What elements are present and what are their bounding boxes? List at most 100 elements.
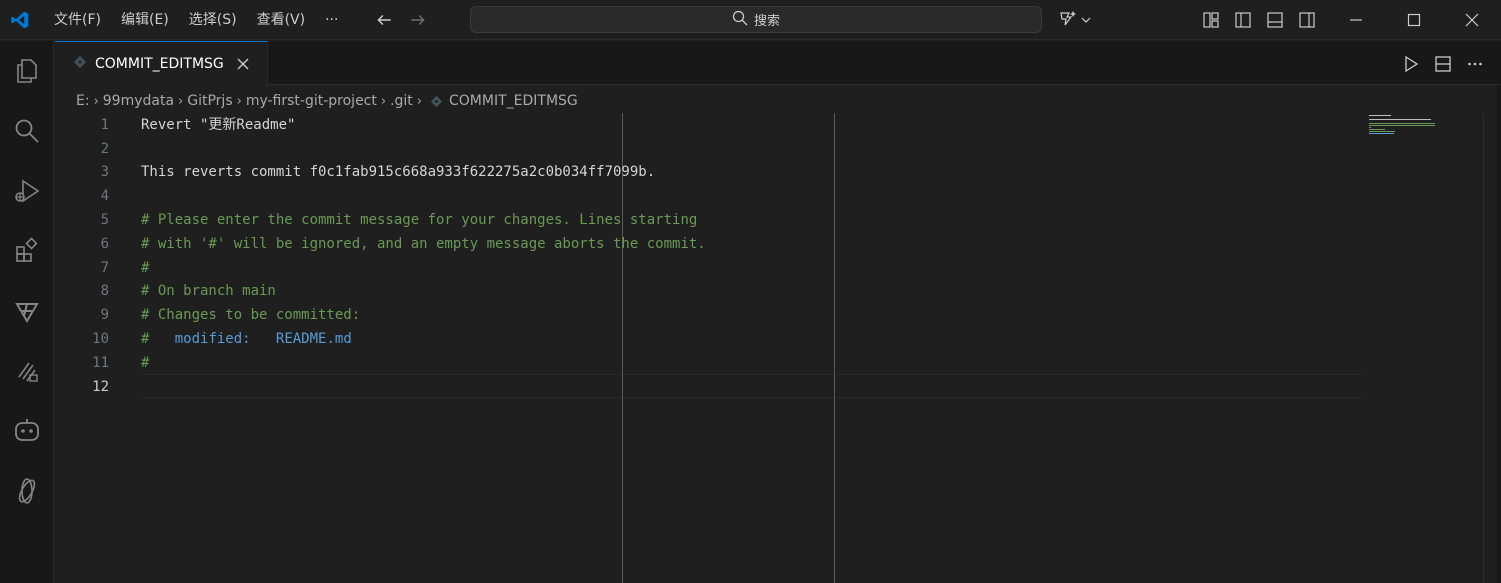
editor-line: 3 This reverts commit f0c1fab915c668a933… bbox=[55, 160, 1415, 184]
comment-hash: # bbox=[141, 331, 150, 347]
line-text: # On branch main bbox=[141, 283, 276, 299]
git-file-icon bbox=[430, 95, 443, 108]
split-editor-icon[interactable] bbox=[1429, 50, 1457, 78]
editor-line: 8 # On branch main bbox=[55, 279, 1415, 303]
copilot-chat-icon[interactable] bbox=[0, 401, 54, 461]
search-view-icon[interactable] bbox=[0, 101, 54, 161]
atom-extension-icon[interactable] bbox=[0, 461, 54, 521]
minimap-line bbox=[1369, 119, 1431, 120]
window-edge bbox=[1497, 85, 1501, 583]
menu-bar: 文件(F) 编辑(E) 选择(S) 查看(V) ··· bbox=[44, 0, 348, 40]
toggle-panel-icon[interactable] bbox=[1260, 5, 1290, 35]
back-arrow-icon[interactable] bbox=[370, 6, 398, 34]
menu-file[interactable]: 文件(F) bbox=[44, 6, 111, 34]
tab-label: COMMIT_EDITMSG bbox=[95, 55, 224, 72]
editor-line: 9 # Changes to be committed: bbox=[55, 303, 1415, 327]
editor-line: 10 # modified: README.md bbox=[55, 327, 1415, 351]
run-icon[interactable] bbox=[1397, 50, 1425, 78]
line-number: 8 bbox=[100, 283, 109, 299]
vscode-logo-icon bbox=[2, 0, 38, 40]
copilot-sparkle-icon bbox=[1058, 8, 1078, 32]
customize-layout-icon[interactable] bbox=[1196, 5, 1226, 35]
close-window-icon[interactable] bbox=[1443, 0, 1501, 40]
forward-arrow-icon[interactable] bbox=[404, 6, 432, 34]
menu-view[interactable]: 查看(V) bbox=[247, 6, 316, 34]
breadcrumb-item[interactable]: COMMIT_EDITMSG bbox=[449, 93, 578, 109]
git-file-icon bbox=[73, 54, 87, 73]
line-text: # with '#' will be ignored, and an empty… bbox=[141, 236, 706, 252]
minimap-line bbox=[1369, 131, 1395, 132]
line-number: 12 bbox=[92, 379, 109, 395]
maximize-icon[interactable] bbox=[1385, 0, 1443, 40]
line-number: 6 bbox=[100, 236, 109, 252]
navigation-arrows bbox=[370, 6, 432, 34]
editor-line: 12 bbox=[55, 375, 1415, 399]
line-text: # modified: README.md bbox=[141, 327, 352, 351]
minimap-line bbox=[1369, 123, 1435, 124]
run-and-debug-icon[interactable] bbox=[0, 161, 54, 221]
line-text: # bbox=[141, 260, 150, 276]
line-number: 9 bbox=[100, 307, 109, 323]
line-number: 3 bbox=[100, 164, 109, 180]
editor-line: 5 # Please enter the commit message for … bbox=[55, 208, 1415, 232]
menu-selection[interactable]: 选择(S) bbox=[179, 6, 247, 34]
menu-more[interactable]: ··· bbox=[315, 6, 348, 34]
line-number: 5 bbox=[100, 212, 109, 228]
editor-line: 11 # bbox=[55, 351, 1415, 375]
more-actions-icon[interactable] bbox=[1461, 50, 1489, 78]
line-number: 1 bbox=[100, 117, 109, 133]
toggle-secondary-sidebar-icon[interactable] bbox=[1292, 5, 1322, 35]
close-icon[interactable] bbox=[234, 55, 252, 73]
editor-line: 2 bbox=[55, 137, 1415, 161]
minimap-line bbox=[1369, 129, 1385, 130]
search-icon bbox=[732, 10, 748, 30]
search-label: 搜索 bbox=[753, 14, 780, 29]
breadcrumb: E: › 99mydata › GitPrjs › my-first-git-p… bbox=[76, 90, 578, 112]
line-number: 4 bbox=[100, 188, 109, 204]
editor-line: 6 # with '#' will be ignored, and an emp… bbox=[55, 232, 1415, 256]
minimap-line bbox=[1369, 133, 1394, 134]
minimap-line bbox=[1369, 127, 1371, 128]
breadcrumb-item[interactable]: my-first-git-project bbox=[246, 93, 377, 109]
line-text: # Changes to be committed: bbox=[141, 307, 361, 323]
title-bar: 文件(F) 编辑(E) 选择(S) 查看(V) ··· 搜索 bbox=[0, 0, 1501, 40]
minimap[interactable] bbox=[1369, 113, 1469, 153]
toggle-primary-sidebar-icon[interactable] bbox=[1228, 5, 1258, 35]
code-editor[interactable]: 1 Revert "更新Readme" 2 3 This reverts com… bbox=[55, 113, 1483, 583]
chevron-right-icon: › bbox=[236, 93, 242, 109]
breadcrumb-item[interactable]: GitPrjs bbox=[187, 93, 232, 109]
line-text: # bbox=[141, 355, 150, 371]
editor-tabs-bar: COMMIT_EDITMSG bbox=[55, 41, 1501, 85]
menu-edit[interactable]: 编辑(E) bbox=[111, 6, 179, 34]
editor-line: 4 bbox=[55, 184, 1415, 208]
copilot-button[interactable] bbox=[1058, 6, 1092, 34]
line-text: Revert "更新Readme" bbox=[141, 117, 296, 133]
chevron-right-icon: › bbox=[380, 93, 387, 109]
line-text: # Please enter the commit message for yo… bbox=[141, 212, 698, 228]
editor-line: 7 # bbox=[55, 256, 1415, 280]
tab-commit-editmsg[interactable]: COMMIT_EDITMSG bbox=[55, 41, 268, 85]
chevron-right-icon: › bbox=[178, 93, 184, 109]
remote-explorer-icon[interactable] bbox=[0, 341, 54, 401]
git-status: modified: bbox=[174, 331, 251, 347]
minimize-icon[interactable] bbox=[1327, 0, 1385, 40]
breadcrumb-item[interactable]: .git bbox=[390, 93, 413, 109]
vertical-scrollbar[interactable] bbox=[1483, 113, 1497, 583]
line-number: 10 bbox=[92, 331, 109, 347]
source-control-graph-icon[interactable] bbox=[0, 281, 54, 341]
chevron-right-icon: › bbox=[93, 93, 99, 109]
command-center-search[interactable]: 搜索 bbox=[470, 6, 1042, 33]
modified-file: README.md bbox=[275, 331, 352, 347]
breadcrumb-item[interactable]: 99mydata bbox=[103, 93, 174, 109]
line-number: 7 bbox=[100, 260, 109, 276]
editor-line: 1 Revert "更新Readme" bbox=[55, 113, 1415, 137]
breadcrumb-item[interactable]: E: bbox=[76, 93, 90, 109]
window-controls bbox=[1327, 0, 1501, 40]
explorer-icon[interactable] bbox=[0, 41, 54, 101]
extensions-icon[interactable] bbox=[0, 221, 54, 281]
chevron-right-icon: › bbox=[416, 93, 422, 109]
layout-controls bbox=[1196, 5, 1322, 35]
minimap-line bbox=[1369, 115, 1391, 116]
editor-actions bbox=[1397, 50, 1489, 78]
line-text: This reverts commit f0c1fab915c668a933f6… bbox=[141, 164, 656, 180]
